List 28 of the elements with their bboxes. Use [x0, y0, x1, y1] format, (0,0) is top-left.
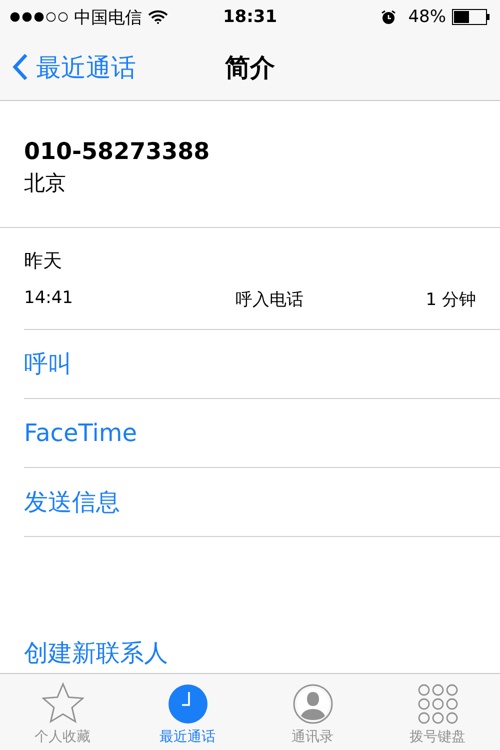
action-link[interactable]: 呼叫 — [24, 348, 72, 380]
keypad-icon — [418, 684, 458, 724]
back-button[interactable]: 最近通话 — [0, 50, 136, 84]
star-icon — [42, 682, 84, 724]
alarm-icon — [381, 10, 396, 24]
action-link[interactable]: 发送信息 — [24, 486, 120, 518]
nav-title: 简介 — [225, 52, 275, 84]
battery-icon — [452, 9, 490, 25]
call-duration: 1 分钟 — [426, 289, 476, 311]
phone-number: 010-58273388 — [24, 139, 211, 165]
call-date: 昨天 — [24, 249, 63, 274]
chevron-left-icon — [12, 53, 28, 81]
action-link[interactable]: FaceTime — [24, 419, 138, 447]
person-icon — [292, 684, 332, 724]
battery-percent: 48% — [408, 7, 446, 27]
wifi-icon — [148, 10, 168, 24]
carrier-name: 中国电信 — [74, 6, 142, 28]
signal-icon — [10, 12, 68, 22]
call-type: 呼入电话 — [235, 289, 304, 311]
tab-item[interactable]: 个人收藏 — [0, 674, 125, 750]
tab-item[interactable]: 通讯录 — [250, 674, 375, 750]
status-time: 18:31 — [222, 7, 278, 27]
tab-item[interactable]: 拨号键盘 — [375, 674, 500, 750]
clock-icon — [168, 684, 208, 724]
create-contact-link[interactable]: 创建新联系人 — [24, 637, 500, 669]
location-label: 北京 — [24, 170, 67, 197]
call-time: 14:41 — [24, 288, 73, 310]
tab-item[interactable]: 最近通话 — [125, 674, 250, 750]
